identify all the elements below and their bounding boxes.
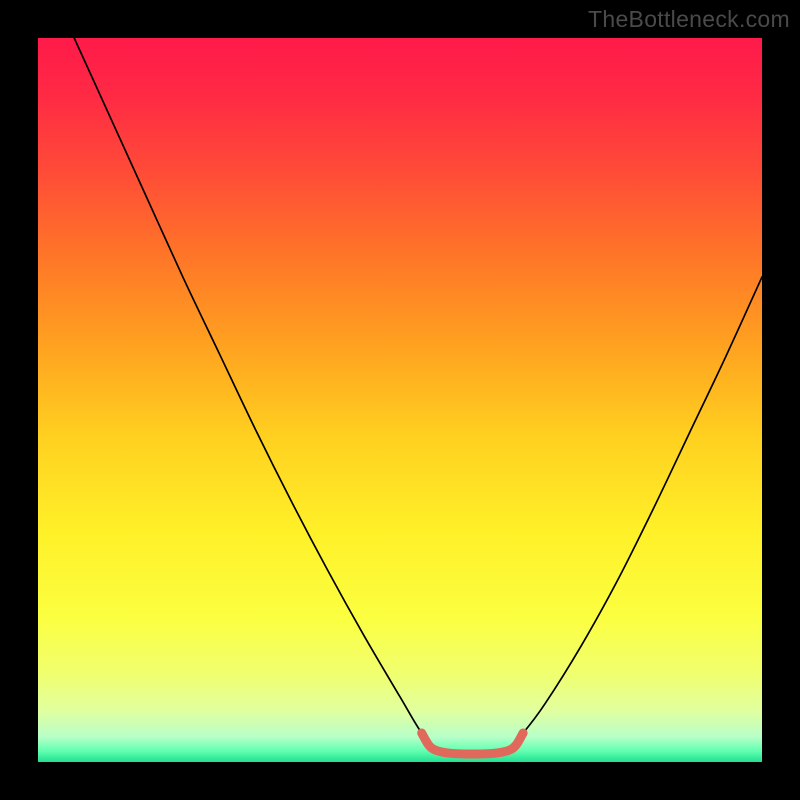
gradient-background [38,38,762,762]
chart-frame: TheBottleneck.com [0,0,800,800]
plot-area [38,38,762,762]
watermark-text: TheBottleneck.com [588,6,790,33]
chart-svg [38,38,762,762]
